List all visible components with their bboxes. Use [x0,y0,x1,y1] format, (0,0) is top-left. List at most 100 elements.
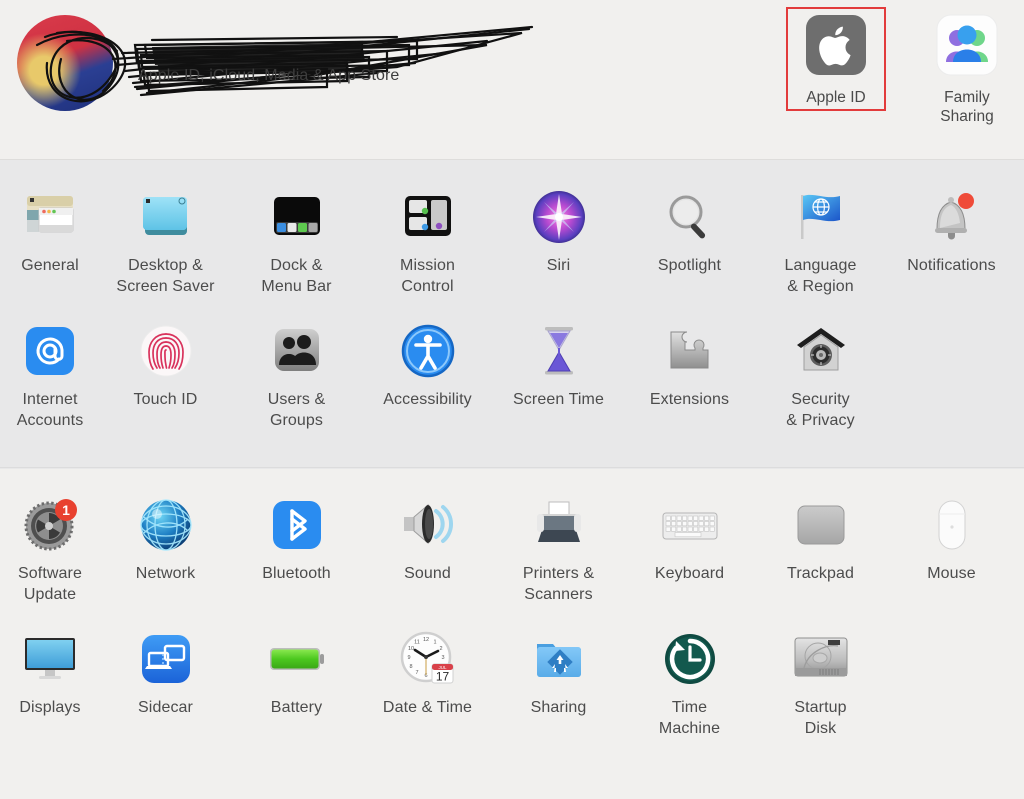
general-window-icon [18,185,82,249]
pref-row: General Desktop & Screen Saver Dock & Me… [0,161,1024,297]
pref-pane-battery[interactable]: Battery [231,627,362,739]
pref-pane-label: Bluetooth [262,565,331,582]
svg-text:7: 7 [415,670,418,676]
pref-pane-internet-accounts[interactable]: Internet Accounts [0,319,100,431]
pref-pane-desktop-screen-saver[interactable]: Desktop & Screen Saver [100,185,231,297]
pref-pane-general[interactable]: General [0,185,100,297]
pref-pane-mouse[interactable]: Mouse [886,493,1017,605]
pref-pane-family-sharing[interactable]: Family Sharing [917,14,1017,126]
mouse-icon [920,493,984,557]
svg-text:1: 1 [433,640,436,646]
bluetooth-icon [265,493,329,557]
svg-text:9: 9 [407,655,410,661]
pref-pane-label: Accessibility [383,391,472,408]
pref-pane-extensions[interactable]: Extensions [624,319,755,431]
pref-pane-software-update[interactable]: 1 Software Update [0,493,100,605]
account-header: Apple ID, iCloud, Media & App Store Appl… [0,0,1024,160]
svg-text:11: 11 [414,640,420,646]
time-machine-icon [658,627,722,691]
avatar-photo [17,15,113,111]
pref-pane-label: Mouse [927,565,976,582]
svg-text:12: 12 [422,637,428,643]
pref-pane-label: Startup Disk [794,699,847,737]
pref-pane-screen-time[interactable]: Screen Time [493,319,624,431]
pref-pane-trackpad[interactable]: Trackpad [755,493,886,605]
pref-pane-label: Time Machine [658,699,721,737]
screen-time-hourglass-icon [527,319,591,383]
pref-pane-label: Notifications [907,257,996,274]
pref-pane-label: Printers & Scanners [522,565,595,603]
sound-speaker-icon [396,493,460,557]
desktop-screensaver-icon [134,185,198,249]
pref-pane-label: Dock & Menu Bar [261,257,332,295]
internet-accounts-at-icon [18,319,82,383]
pref-pane-sound[interactable]: Sound [362,493,493,605]
pref-pane-displays[interactable]: Displays [0,627,100,739]
svg-text:2: 2 [439,646,442,652]
extensions-puzzle-icon [658,319,722,383]
pref-pane-startup-disk[interactable]: Startup Disk [755,627,886,739]
pref-pane-label: Software Update [18,565,82,603]
pref-pane-accessibility[interactable]: Accessibility [362,319,493,431]
keyboard-icon [658,493,722,557]
pref-pane-label: Desktop & Screen Saver [116,257,215,295]
pref-pane-label: Screen Time [513,391,604,408]
system-preferences-window: Apple ID, iCloud, Media & App Store Appl… [0,0,1024,799]
display-monitor-icon [18,627,82,691]
pref-cell-empty [886,319,1017,431]
account-subtitle: Apple ID, iCloud, Media & App Store [138,67,400,84]
pref-pane-language-region[interactable]: Language & Region [755,185,886,297]
pref-pane-sharing[interactable]: Sharing [493,627,624,739]
pref-pane-label: Spotlight [657,257,722,274]
personal-settings-section: General Desktop & Screen Saver Dock & Me… [0,161,1024,468]
spotlight-magnifier-icon [658,185,722,249]
pref-pane-siri[interactable]: Siri [493,185,624,297]
pref-pane-label: Language & Region [784,257,857,295]
pref-pane-notifications[interactable]: Notifications [886,185,1017,297]
users-groups-icon [265,319,329,383]
pref-pane-label: Users & Groups [267,391,326,429]
pref-pane-network[interactable]: Network [100,493,231,605]
notifications-bell-icon [920,185,984,249]
pref-pane-label: Network [135,565,196,582]
pref-row: Internet Accounts Touch ID Users & Group… [0,297,1024,431]
pref-pane-bluetooth[interactable]: Bluetooth [231,493,362,605]
apple-logo-icon [786,14,886,81]
pref-pane-label: Family Sharing [940,89,994,125]
pref-pane-time-machine[interactable]: Time Machine [624,627,755,739]
pref-pane-label: Sound [404,565,451,582]
startup-disk-icon [789,627,853,691]
pref-pane-label: Date & Time [382,699,473,716]
pref-pane-apple-id[interactable]: Apple ID [786,14,886,107]
pref-pane-touch-id[interactable]: Touch ID [100,319,231,431]
clock-calendar-icon: 1212 345 678 91011 JUL 17 [396,627,460,691]
pref-row: Displays Sidecar Battery 12 1 2 3 6 7 8 … [0,605,1024,739]
siri-orb-icon [527,185,591,249]
pref-pane-mission-control[interactable]: Mission Control [362,185,493,297]
mission-control-icon [396,185,460,249]
dock-menubar-icon [265,185,329,249]
pref-pane-date-time[interactable]: 1212 345 678 91011 JUL 17 [362,627,493,739]
pref-pane-label: Siri [546,257,571,274]
pref-pane-users-groups[interactable]: Users & Groups [231,319,362,431]
pref-pane-keyboard[interactable]: Keyboard [624,493,755,605]
hardware-settings-section: 1 Software Update Network Bluetooth Soun… [0,469,1024,799]
svg-text:10: 10 [407,646,413,652]
update-badge-count: 1 [62,502,70,518]
pref-pane-label: Trackpad [787,565,854,582]
svg-text:8: 8 [409,664,412,670]
network-globe-icon [134,493,198,557]
pref-pane-spotlight[interactable]: Spotlight [624,185,755,297]
sharing-folder-icon [527,627,591,691]
pref-pane-label: Mission Control [400,257,455,295]
pref-pane-label: Keyboard [654,565,725,582]
pref-pane-security-privacy[interactable]: Security & Privacy [755,319,886,431]
pref-pane-label: Extensions [649,391,730,408]
pref-pane-label: Touch ID [133,391,198,408]
pref-pane-label: Sharing [530,699,587,716]
avatar[interactable] [17,15,534,111]
pref-pane-sidecar[interactable]: Sidecar [100,627,231,739]
pref-pane-printers-scanners[interactable]: Printers & Scanners [493,493,624,605]
pref-pane-dock-menu-bar[interactable]: Dock & Menu Bar [231,185,362,297]
pref-pane-label: Apple ID [806,89,866,106]
